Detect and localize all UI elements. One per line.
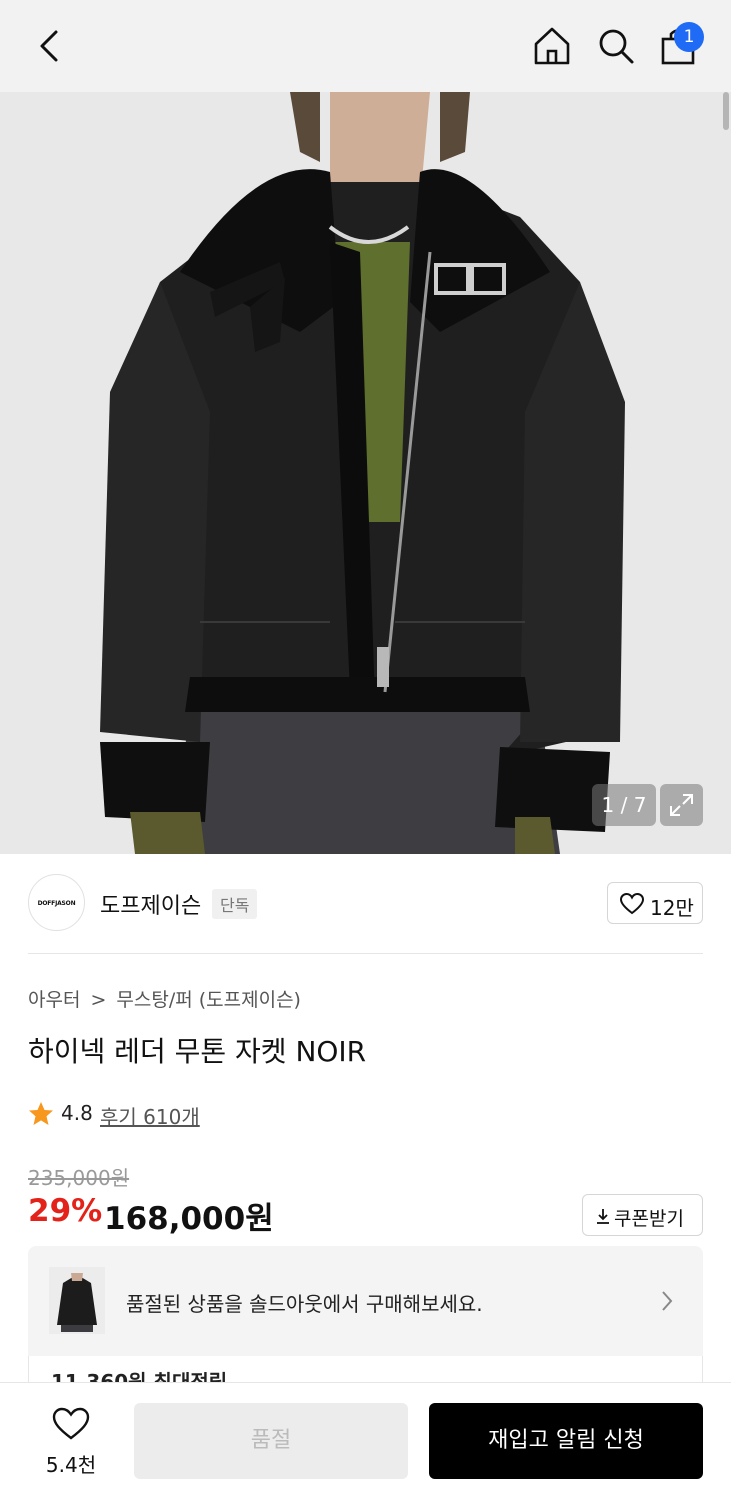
brand-name[interactable]: 도프제이슨: [100, 888, 201, 920]
breadcrumb-item-outer[interactable]: 아우터: [28, 989, 80, 1011]
brand-row: DOFFJASON 도프제이슨 단독 12만: [28, 874, 703, 932]
image-counter: 1 / 7: [592, 784, 656, 826]
soldout-banner-text: 품절된 상품을 솔드아웃에서 구매해보세요.: [126, 1292, 483, 1316]
bottom-action-bar: 5.4천 품절 재입고 알림 신청: [0, 1382, 731, 1500]
soldout-button: 품절: [134, 1403, 408, 1479]
chevron-left-icon: [40, 30, 58, 62]
cart-count-badge: 1: [674, 22, 704, 52]
download-icon: [597, 1209, 609, 1224]
original-price: 235,000원: [28, 1166, 130, 1190]
top-navigation-bar: 1: [0, 0, 731, 92]
product-image[interactable]: [0, 92, 731, 854]
brand-like-count: 12만: [650, 896, 694, 920]
back-button[interactable]: [30, 26, 70, 66]
wishlist-count: 5.4천: [45, 1453, 97, 1477]
breadcrumb: 아우터 > 무스탕/퍼 (도프제이슨): [28, 985, 301, 1012]
divider: [28, 953, 703, 954]
brand-logo[interactable]: DOFFJASON: [28, 874, 85, 931]
product-title: 하이넥 레더 무톤 자켓 NOIR: [28, 1035, 367, 1068]
chevron-right-icon: [662, 1291, 673, 1311]
chevron-right-icon: >: [90, 989, 107, 1011]
reviews-link[interactable]: 후기 610개: [100, 1101, 200, 1130]
restock-alert-button[interactable]: 재입고 알림 신청: [429, 1403, 703, 1479]
jacket-thumbnail-image: [49, 1267, 105, 1334]
star-icon: [29, 1102, 53, 1125]
soldout-banner[interactable]: 품절된 상품을 솔드아웃에서 구매해보세요.: [28, 1246, 703, 1356]
coupon-button[interactable]: 쿠폰받기: [582, 1194, 703, 1236]
home-icon: [534, 27, 570, 65]
rating-score: 4.8: [61, 1101, 93, 1125]
discount-rate: 29%: [28, 1193, 103, 1229]
exclusive-badge: 단독: [212, 889, 258, 919]
coupon-label: 쿠폰받기: [614, 1208, 684, 1230]
home-button[interactable]: [530, 24, 574, 68]
brand-like-button[interactable]: 12만: [607, 882, 703, 924]
heart-icon: [52, 1407, 90, 1440]
sale-price: 168,000원: [104, 1201, 274, 1237]
search-button[interactable]: [594, 24, 638, 68]
wishlist-button[interactable]: 5.4천: [34, 1401, 108, 1481]
scrollbar-thumb[interactable]: [723, 92, 729, 130]
soldout-thumbnail: [49, 1267, 105, 1334]
expand-icon: [670, 794, 693, 816]
heart-icon: [620, 893, 644, 915]
product-photo-jacket: [0, 92, 731, 854]
expand-image-button[interactable]: [660, 784, 703, 826]
breadcrumb-item-mustang[interactable]: 무스탕/퍼 (도프제이슨): [116, 989, 301, 1011]
search-icon: [599, 29, 634, 64]
